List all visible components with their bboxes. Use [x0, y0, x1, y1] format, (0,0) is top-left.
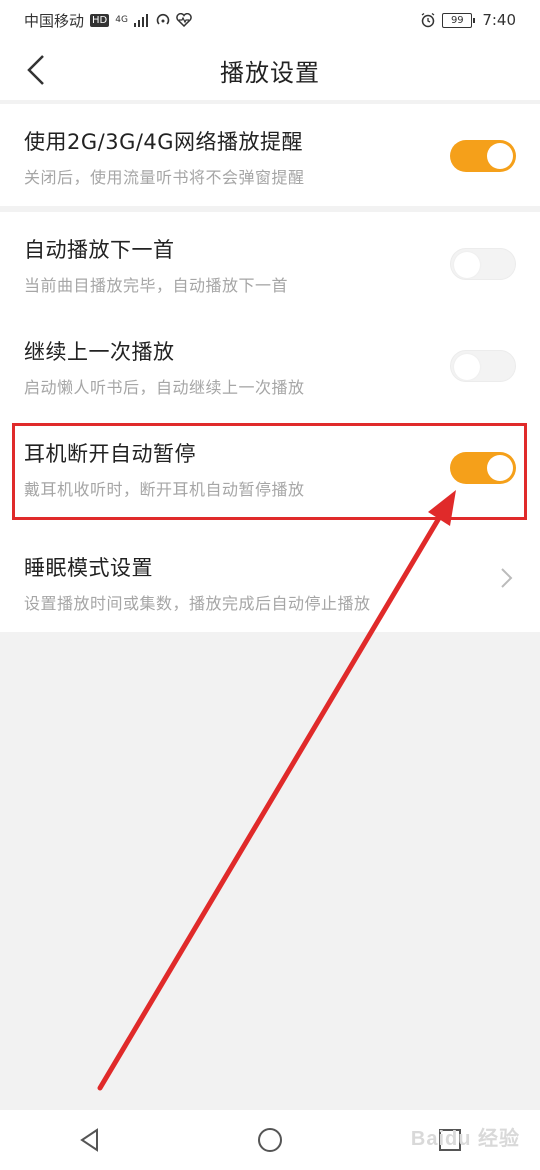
hd-icon: HD [90, 13, 110, 27]
settings-section-network: 使用2G/3G/4G网络播放提醒 关闭后，使用流量听书将不会弹窗提醒 [0, 104, 540, 206]
setting-title: 自动播放下一首 [24, 238, 175, 262]
watermark: Baidu 经验 [410, 1128, 520, 1150]
back-button[interactable] [16, 48, 56, 92]
setting-row-network-reminder: 使用2G/3G/4G网络播放提醒 关闭后，使用流量听书将不会弹窗提醒 [0, 104, 540, 206]
setting-row-autoplay-next: 自动播放下一首 当前曲目播放完毕，自动播放下一首 [0, 212, 540, 314]
signal-icon [133, 13, 148, 27]
autoplay-next-toggle[interactable] [450, 248, 516, 280]
settings-section-playback: 自动播放下一首 当前曲目播放完毕，自动播放下一首 继续上一次播放 启动懒人听书后… [0, 212, 540, 632]
status-left: 中国移动 HD 4G [24, 10, 192, 31]
alarm-icon [421, 12, 435, 28]
toggle-knob [454, 252, 480, 278]
chevron-right-icon [501, 568, 513, 588]
network-type: 4G [115, 14, 128, 25]
setting-subtitle: 戴耳机收听时，断开耳机自动暂停播放 [24, 480, 305, 499]
resume-last-toggle[interactable] [450, 350, 516, 382]
hotspot-icon [156, 13, 170, 25]
setting-subtitle: 设置播放时间或集数，播放完成后自动停止播放 [24, 594, 371, 613]
toggle-knob [487, 143, 513, 169]
setting-title: 使用2G/3G/4G网络播放提醒 [24, 130, 304, 154]
setting-row-resume-last: 继续上一次播放 启动懒人听书后，自动继续上一次播放 [0, 314, 540, 416]
toggle-knob [454, 354, 480, 380]
network-reminder-toggle[interactable] [450, 140, 516, 172]
toggle-knob [487, 455, 513, 481]
status-right: 99 7:40 [420, 11, 516, 29]
page-title: 播放设置 [220, 58, 320, 87]
setting-title: 继续上一次播放 [24, 340, 175, 364]
setting-title: 睡眠模式设置 [24, 556, 153, 580]
headphone-pause-toggle[interactable] [450, 452, 516, 484]
nav-home-button[interactable] [240, 1115, 300, 1165]
header: 播放设置 [0, 40, 540, 100]
clock: 7:40 [482, 11, 516, 29]
status-bar: 中国移动 HD 4G 99 7:40 [0, 0, 540, 40]
carrier-name: 中国移动 [24, 11, 85, 30]
setting-row-headphone-pause: 耳机断开自动暂停 戴耳机收听时，断开耳机自动暂停播放 [0, 416, 540, 518]
battery-icon: 99 [442, 12, 476, 28]
health-heart-icon [176, 13, 192, 27]
nav-home-icon [258, 1128, 282, 1152]
chevron-left-icon [27, 55, 44, 85]
nav-back-button[interactable] [60, 1115, 120, 1165]
setting-title: 耳机断开自动暂停 [24, 442, 196, 466]
setting-row-sleep-mode[interactable]: 睡眠模式设置 设置播放时间或集数，播放完成后自动停止播放 [0, 518, 540, 632]
setting-subtitle: 当前曲目播放完毕，自动播放下一首 [24, 276, 289, 295]
setting-subtitle: 关闭后，使用流量听书将不会弹窗提醒 [24, 168, 305, 187]
nav-back-icon [80, 1128, 98, 1152]
setting-subtitle: 启动懒人听书后，自动继续上一次播放 [24, 378, 305, 397]
